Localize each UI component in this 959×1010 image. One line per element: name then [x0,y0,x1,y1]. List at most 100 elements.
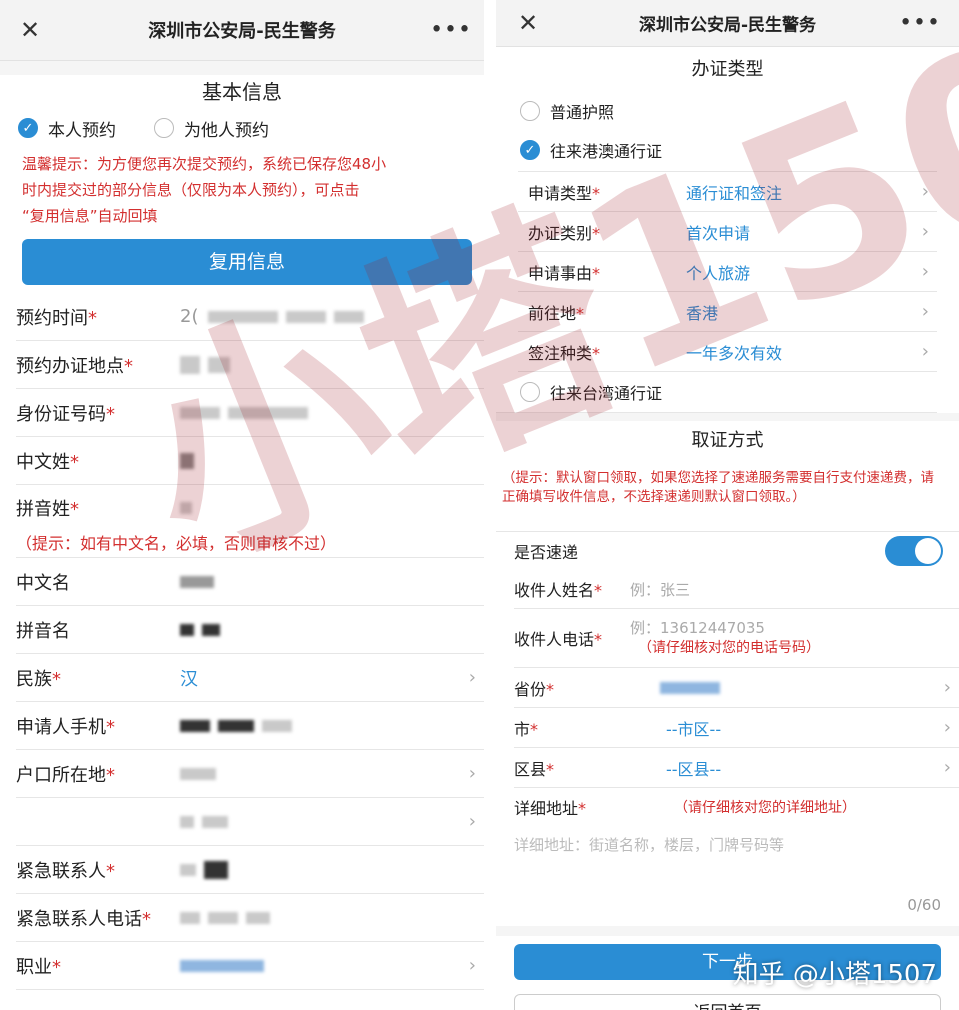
radio-other-label[interactable]: 为他人预约 [184,116,269,141]
express-form: 是否速递 收件人姓名* 例：张三 收件人电话* 例：13612447035 （请… [496,532,959,922]
field-id-number[interactable]: 身份证号码* [16,389,484,437]
field-label: 预约办证地点* [16,355,133,377]
surname-hint: （提示：如有中文名，必填，否则审核不过） [16,531,484,558]
option-hk-macau-permit[interactable]: ✓ 往来港澳通行证 [496,129,959,171]
option-taiwan-permit[interactable]: 往来台湾通行证 [496,372,937,413]
field-household[interactable]: 户口所在地* › [16,750,484,798]
recipient-phone-input[interactable]: 例：13612447035 [630,618,820,638]
address-textarea[interactable]: 详细地址：街道名称，楼层，门牌号码等 [514,826,959,896]
notice-line: 时内提交过的部分信息（仅限为本人预约），可点击 [22,181,360,199]
redacted-value [334,310,365,323]
field-label: 紧急联系人* [16,860,115,882]
field-pinyin-surname[interactable]: 拼音姓* [16,485,484,531]
radio-self-label[interactable]: 本人预约 [48,116,116,141]
title-bar: ✕ 深圳市公安局-民生警务 ••• [496,0,959,47]
field-emergency-phone[interactable]: 紧急联系人电话* [16,894,484,942]
city-select[interactable]: --市区-- [666,716,721,740]
cert-row[interactable]: 办证类别* 首次申请 › [518,212,937,252]
redacted-value [180,719,210,732]
radio-other[interactable] [154,118,174,138]
radio-taiwan-permit[interactable] [520,382,540,402]
cert-row[interactable]: 申请事由* 个人旅游 › [518,252,937,292]
section-title-pickup: 取证方式 [691,430,764,451]
field-ethnicity[interactable]: 民族* 汉 › [16,654,484,702]
redacted-value [208,911,238,924]
province-row[interactable]: 省份* › [514,668,959,708]
redacted-value [180,575,214,588]
field-label: 区县* [514,759,555,779]
recipient-phone-input-group[interactable]: 例：13612447035 （请仔细核对您的电话号码） [630,618,820,658]
field-emergency-contact[interactable]: 紧急联系人* [16,846,484,894]
notice-line: “复用信息”自动回填 [22,207,158,225]
recipient-name-row[interactable]: 收件人姓名* 例：张三 [514,570,959,609]
chevron-right-icon: › [921,301,929,322]
left-screenshot-panel: ✕ 深圳市公安局-民生警务 ••• 基本信息 ✓ 本人预约 为他人预约 温馨提示… [0,0,484,1010]
redacted-value [286,310,327,323]
express-toggle[interactable] [885,536,943,566]
option-ordinary-passport[interactable]: 普通护照 [496,93,959,129]
city-row[interactable]: 市* --市区-- › [514,708,959,748]
field-label: 预约时间* [16,307,97,329]
chevron-right-icon: › [943,677,951,698]
cert-row-value: 香港 [686,303,719,323]
redacted-value [228,406,308,419]
chevron-right-icon: › [943,757,951,778]
panel-divider [484,0,496,1010]
spacer [496,413,959,421]
field-label: 省份* [514,679,555,699]
more-icon[interactable]: ••• [430,18,472,43]
spacer [496,926,959,936]
field-mobile[interactable]: 申请人手机* [16,702,484,750]
field-appointment-time[interactable]: 预约时间* 2( [16,293,484,341]
redacted-value [660,681,720,694]
recipient-phone-row[interactable]: 收件人电话* 例：13612447035 （请仔细核对您的电话号码） [514,609,959,668]
field-pinyin-name[interactable]: 拼音名 [16,606,484,654]
cert-row-label: 申请类型* [528,183,601,203]
cert-row-label: 签注种类* [528,343,601,363]
field-household-detail[interactable]: › [16,798,484,846]
redacted-value [180,767,216,780]
more-icon[interactable]: ••• [899,11,941,36]
cert-row[interactable]: 签注种类* 一年多次有效 › [518,332,937,372]
field-label: 申请人手机* [16,716,115,738]
back-home-button[interactable]: 返回首页 [514,994,941,1010]
field-occupation[interactable]: 职业* › [16,942,484,990]
redacted-value [180,815,194,828]
redacted-value [204,860,228,879]
redacted-value [180,911,200,924]
district-row[interactable]: 区县* --区县-- › [514,748,959,788]
redacted-value [262,719,292,732]
field-appointment-place[interactable]: 预约办证地点* [16,341,484,389]
cert-row-value: 首次申请 [686,223,751,243]
district-select[interactable]: --区县-- [666,756,721,780]
title-bar: ✕ 深圳市公安局-民生警务 ••• [0,0,484,61]
radio-self[interactable]: ✓ [18,118,38,138]
cert-row[interactable]: 申请类型* 通行证和签注 › [518,171,937,212]
spacer [0,61,484,75]
field-chinese-surname[interactable]: 中文姓* [16,437,484,485]
window-title: 深圳市公安局-民生警务 [148,21,336,42]
field-label: 民族* [16,668,61,690]
option-label: 普通护照 [550,103,615,122]
chevron-right-icon: › [468,955,476,976]
basic-info-form: 预约时间* 2( 预约办证地点* 身份证号码* 中文姓* 拼音姓* （提示：如有… [0,293,484,990]
reuse-info-button[interactable]: 复用信息 [22,239,472,285]
field-chinese-name[interactable]: 中文名 [16,558,484,606]
cert-row[interactable]: 前往地* 香港 › [518,292,937,332]
recipient-name-input[interactable]: 例：张三 [630,579,690,600]
section-title-cert-type: 办证类型 [691,59,764,80]
option-label: 往来台湾通行证 [550,384,663,403]
zhihu-watermark: 知乎 @小塔1507 [732,960,937,990]
radio-hk-macau-permit[interactable]: ✓ [520,140,540,160]
express-toggle-row[interactable]: 是否速递 [514,532,959,570]
redacted-value [180,623,194,636]
chevron-right-icon: › [468,763,476,784]
redacted-value [180,502,192,514]
window-title: 深圳市公安局-民生警务 [638,15,817,36]
address-label-row: 详细地址* （请仔细核对您的详细地址） [514,788,959,826]
pickup-notice: （提示：默认窗口领取，如果您选择了速递服务需要自行支付速递费，请正确填写收件信息… [496,461,959,532]
toggle-knob [915,538,941,564]
field-label: 身份证号码* [16,403,115,425]
field-label: 拼音姓* [16,499,79,520]
radio-ordinary-passport[interactable] [520,101,540,121]
